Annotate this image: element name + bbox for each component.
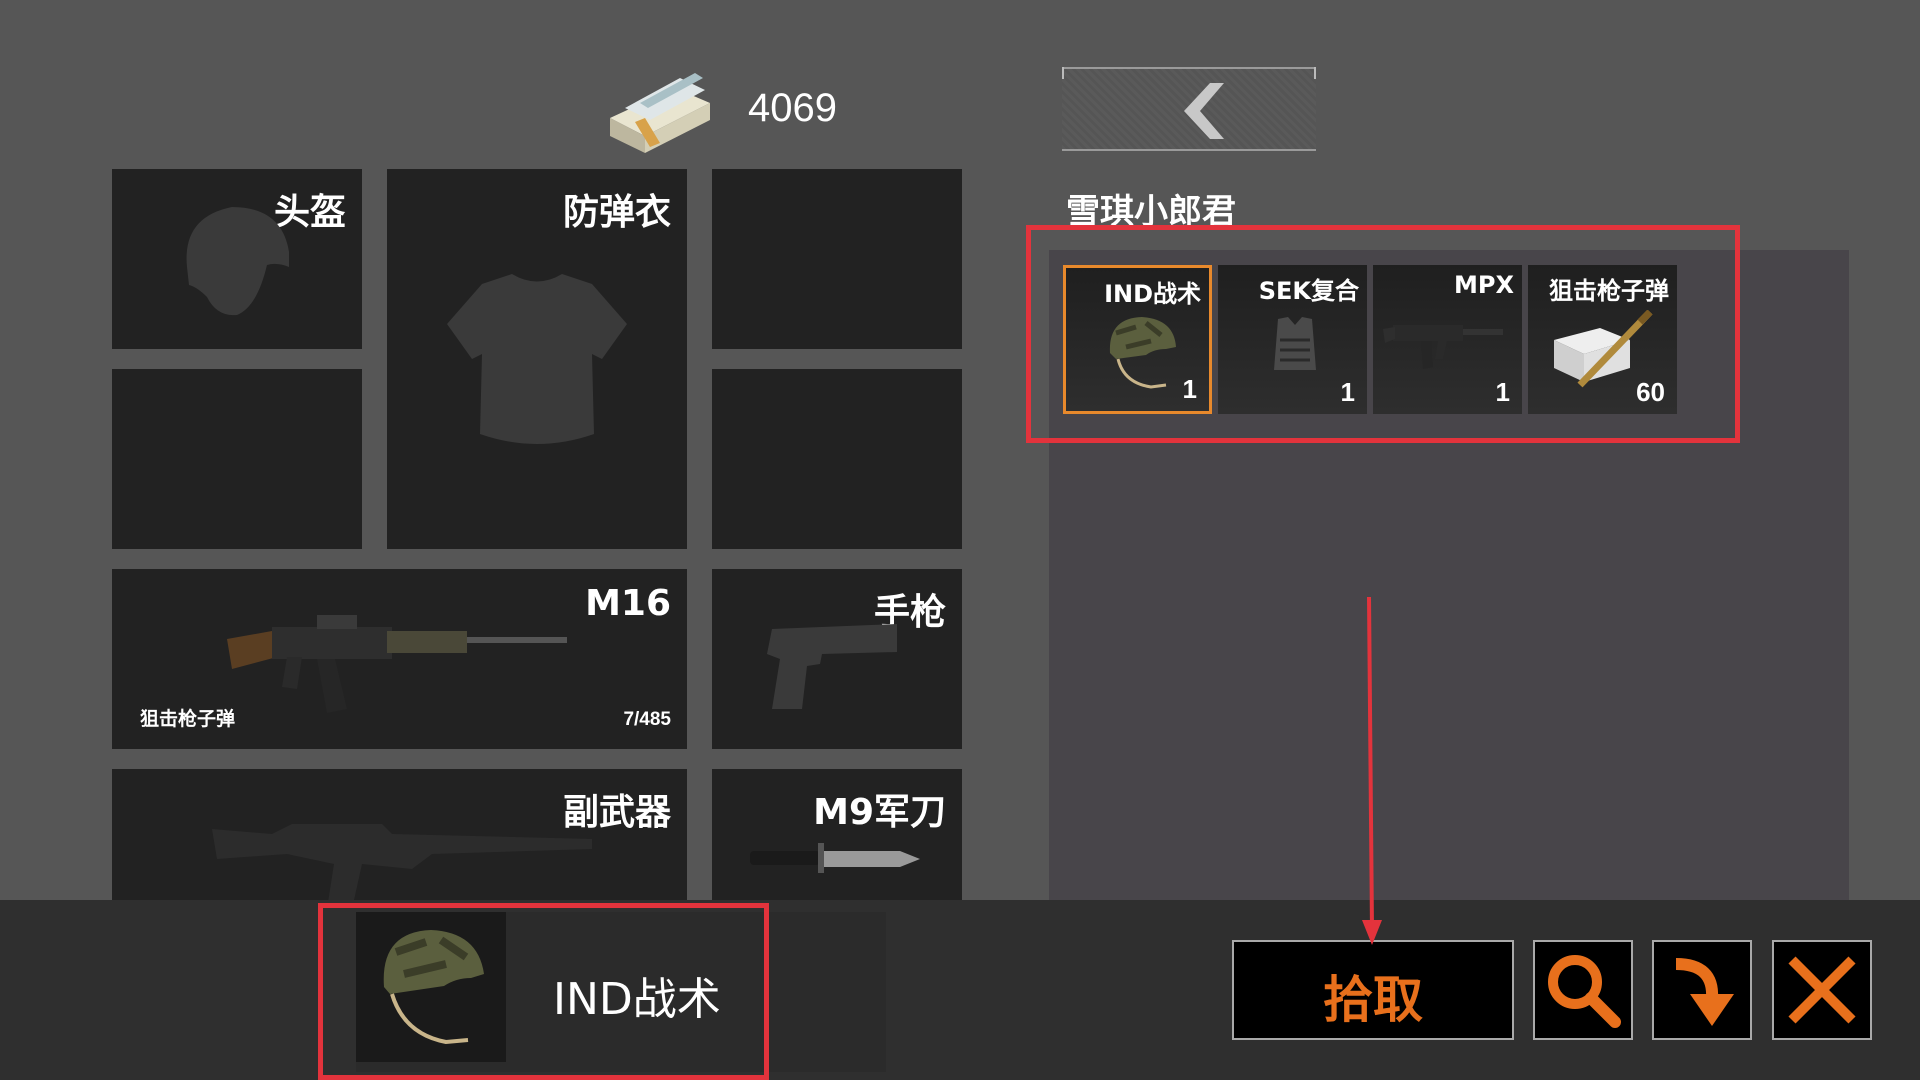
- backpack-slot[interactable]: [712, 169, 962, 349]
- melee-slot[interactable]: M9军刀: [712, 769, 962, 900]
- selected-item-highlight-box: [318, 903, 769, 1080]
- primary-weapon-slot[interactable]: M16 狙击枪子弹 7/485: [112, 569, 687, 749]
- close-button[interactable]: [1772, 940, 1872, 1040]
- vest-slot[interactable]: 防弹衣: [387, 169, 687, 549]
- annotation-arrow: [1362, 596, 1382, 945]
- primary-ammo-type: 狙击枪子弹: [140, 708, 236, 730]
- close-icon: [1788, 956, 1856, 1024]
- melee-weapon-name: M9军刀: [813, 792, 946, 833]
- secondary-weapon-slot[interactable]: 副武器: [112, 769, 687, 900]
- back-button[interactable]: [1062, 67, 1316, 151]
- pistol-silhouette-icon: [767, 624, 897, 709]
- pistol-slot[interactable]: 手枪: [712, 569, 962, 749]
- search-button[interactable]: [1533, 940, 1633, 1040]
- helmet-silhouette-icon: [186, 207, 289, 316]
- helmet-slot[interactable]: 头盔: [112, 169, 362, 349]
- vest-silhouette-icon: [447, 274, 627, 444]
- loot-highlight-box: [1026, 225, 1740, 443]
- m16-rifle-icon: [227, 615, 567, 713]
- cash-stack-icon: [605, 58, 715, 158]
- knife-icon: [750, 843, 920, 873]
- primary-ammo-count: 7/485: [623, 709, 671, 730]
- drop-arrow-icon: [1675, 958, 1734, 1026]
- chevron-left-icon: [1184, 83, 1224, 139]
- empty-slot-left[interactable]: [112, 369, 362, 549]
- rifle-silhouette-icon: [212, 824, 592, 900]
- primary-weapon-name: M16: [585, 583, 671, 624]
- search-icon: [1548, 955, 1621, 1028]
- pickup-button[interactable]: 拾取: [1232, 940, 1514, 1040]
- vest-slot-label: 防弹衣: [562, 192, 671, 233]
- empty-slot-right[interactable]: [712, 369, 962, 549]
- money-amount: 4069: [748, 86, 837, 130]
- pickup-button-label: 拾取: [1323, 971, 1423, 1029]
- drop-button[interactable]: [1652, 940, 1752, 1040]
